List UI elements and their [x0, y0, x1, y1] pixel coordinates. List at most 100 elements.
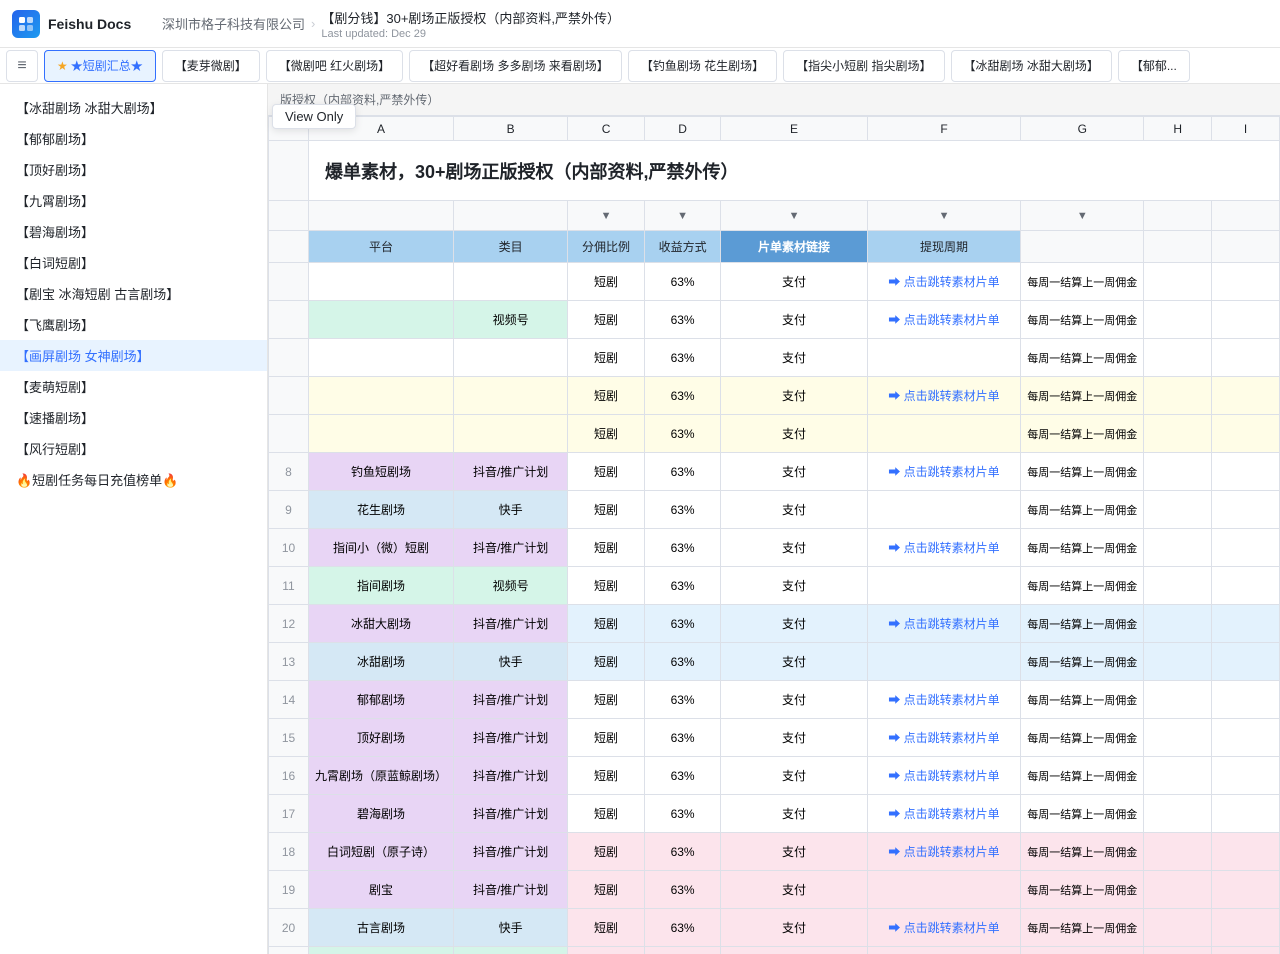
cell-link[interactable]: ➡ 点击跳转素材片单 [867, 263, 1021, 301]
cell-link[interactable]: ➡ 点击跳转素材片单 [867, 909, 1021, 947]
col-header-ratio: 分佣比例 [568, 231, 645, 263]
cell-income: 支付 [721, 605, 867, 643]
cell-link[interactable]: ➡ 点击跳转素材片单 [867, 453, 1021, 491]
tab-weiju[interactable]: 【微剧吧 红火剧场】 [266, 50, 403, 82]
cell-link[interactable]: ➡ 点击跳转素材片单 [867, 605, 1021, 643]
sidebar-item-bihai[interactable]: 【碧海剧场】 [0, 216, 267, 247]
sidebar-item-jiuxiao[interactable]: 【九霄剧场】 [0, 185, 267, 216]
column-header-row: 平台 类目 分佣比例 收益方式 片单素材链接 提现周期 [269, 231, 1280, 263]
filter-cell-f: ▼ [867, 201, 1021, 231]
cell-h [1144, 415, 1212, 453]
tab-chaohao[interactable]: 【超好看剧场 多多剧场 来看剧场】 [409, 50, 622, 82]
col-header-g [1021, 231, 1144, 263]
sidebar-item-baici[interactable]: 【白词短剧】 [0, 247, 267, 278]
cell-platform-type: 抖音/推广计划 [454, 871, 568, 909]
main-layout: 【冰甜剧场 冰甜大剧场】 【郁郁剧场】 【顶好剧场】 【九霄剧场】 【碧海剧场】… [0, 84, 1280, 954]
cell-income: 支付 [721, 643, 867, 681]
sidebar-item-dinghao[interactable]: 【顶好剧场】 [0, 154, 267, 185]
cell-category: 短剧 [568, 339, 645, 377]
row-number [269, 377, 309, 415]
cell-link[interactable]: ➡ 点击跳转素材片单 [867, 833, 1021, 871]
row-number [269, 301, 309, 339]
cell-h [1144, 301, 1212, 339]
cell-i [1212, 681, 1280, 719]
cell-link [867, 339, 1021, 377]
tab-yuyu[interactable]: 【郁郁... [1118, 50, 1190, 82]
cell-i [1212, 415, 1280, 453]
cell-i [1212, 263, 1280, 301]
cell-platform-type [454, 339, 568, 377]
cell-platform: 花生剧场 [309, 491, 454, 529]
cell-platform: 钓鱼短剧场 [309, 453, 454, 491]
cell-platform: 古言剧场 [309, 909, 454, 947]
cell-income: 支付 [721, 833, 867, 871]
cell-link[interactable]: ➡ 点击跳转素材片单 [867, 377, 1021, 415]
sidebar-item-subo[interactable]: 【速播剧场】 [0, 402, 267, 433]
sidebar-item-yuyu[interactable]: 【郁郁剧场】 [0, 123, 267, 154]
sidebar-item-huaping[interactable]: 【画屏剧场 女神剧场】 [0, 340, 267, 371]
table-row: 8钓鱼短剧场抖音/推广计划短剧63%支付➡ 点击跳转素材片单每周一结算上一周佣金 [269, 453, 1280, 491]
cell-category: 短剧 [568, 909, 645, 947]
table-row: 10指间小（微）短剧抖音/推广计划短剧63%支付➡ 点击跳转素材片单每周一结算上… [269, 529, 1280, 567]
cell-category: 短剧 [568, 681, 645, 719]
sidebar-item-maimeng[interactable]: 【麦萌短剧】 [0, 371, 267, 402]
cell-period: 每周一结算上一周佣金 [1021, 605, 1144, 643]
sidebar-item-feiying[interactable]: 【飞鹰剧场】 [0, 309, 267, 340]
cell-ratio: 63% [644, 947, 721, 954]
cell-ratio: 63% [644, 339, 721, 377]
cell-h [1144, 567, 1212, 605]
cell-link[interactable]: ➡ 点击跳转素材片单 [867, 795, 1021, 833]
tab-maiya[interactable]: 【麦芽微剧】 [162, 50, 260, 82]
cell-ratio: 63% [644, 529, 721, 567]
cell-ratio: 63% [644, 377, 721, 415]
tab-zhijian[interactable]: 【指尖小短剧 指尖剧场】 [783, 50, 944, 82]
sidebar-item-tasks[interactable]: 🔥短剧任务每日充值榜单🔥 [0, 464, 267, 495]
cell-link[interactable]: ➡ 点击跳转素材片单 [867, 529, 1021, 567]
cell-link[interactable]: ➡ 点击跳转素材片单 [867, 301, 1021, 339]
sidebar-item-fengxing[interactable]: 【风行短剧】 [0, 433, 267, 464]
tab-diaoyu[interactable]: 【钓鱼剧场 花生剧场】 [628, 50, 777, 82]
table-row: 14郁郁剧场抖音/推广计划短剧63%支付➡ 点击跳转素材片单每周一结算上一周佣金 [269, 681, 1280, 719]
row-number: 16 [269, 757, 309, 795]
row-num-title [269, 141, 309, 201]
cell-platform [309, 415, 454, 453]
cell-period: 每周一结算上一周佣金 [1021, 681, 1144, 719]
col-header-period: 提现周期 [867, 231, 1021, 263]
cell-platform-type: 抖音/推广计划 [454, 757, 568, 795]
cell-category: 短剧 [568, 871, 645, 909]
cell-period: 每周一结算上一周佣金 [1021, 719, 1144, 757]
filter-cell-g: ▼ [1021, 201, 1144, 231]
tab-bar: ≡ ★★短剧汇总★ 【麦芽微剧】 【微剧吧 红火剧场】 【超好看剧场 多多剧场 … [0, 48, 1280, 84]
cell-income: 支付 [721, 719, 867, 757]
sidebar-item-bingtian[interactable]: 【冰甜剧场 冰甜大剧场】 [0, 92, 267, 123]
tab-bingtian[interactable]: 【冰甜剧场 冰甜大剧场】 [951, 50, 1112, 82]
row-num-header [269, 231, 309, 263]
cell-platform: 顶好剧场 [309, 719, 454, 757]
tab-summary[interactable]: ★★短剧汇总★ [44, 50, 156, 82]
cell-i [1212, 719, 1280, 757]
cell-period: 每周一结算上一周佣金 [1021, 833, 1144, 871]
breadcrumb-doc-title: 【剧分钱】30+剧场正版授权（内部资料,严禁外传） [321, 8, 620, 27]
col-letter-row: A B C D E F G H I [269, 117, 1280, 141]
cell-ratio: 63% [644, 605, 721, 643]
cell-platform: 冰甜剧场 [309, 643, 454, 681]
row-number: 14 [269, 681, 309, 719]
col-h-letter: H [1144, 117, 1212, 141]
cell-income: 支付 [721, 795, 867, 833]
cell-platform-type: 快手 [454, 909, 568, 947]
cell-link[interactable]: ➡ 点击跳转素材片单 [867, 681, 1021, 719]
cell-link[interactable]: ➡ 点击跳转素材片单 [867, 757, 1021, 795]
row-number: 12 [269, 605, 309, 643]
sidebar-item-jubao[interactable]: 【剧宝 冰海短剧 古言剧场】 [0, 278, 267, 309]
cell-link[interactable]: ➡ 点击跳转素材片单 [867, 719, 1021, 757]
table-row: 16九霄剧场（原蓝鲸剧场）抖音/推广计划短剧63%支付➡ 点击跳转素材片单每周一… [269, 757, 1280, 795]
cell-ratio: 63% [644, 301, 721, 339]
col-header-link: 片单素材链接 [721, 231, 867, 263]
spreadsheet[interactable]: A B C D E F G H I [268, 116, 1280, 954]
cell-platform [309, 339, 454, 377]
row-number: 20 [269, 909, 309, 947]
cell-h [1144, 339, 1212, 377]
breadcrumb-company[interactable]: 深圳市格子科技有限公司 [162, 14, 305, 33]
tab-layers-button[interactable]: ≡ [6, 50, 38, 82]
app-name: Feishu Docs [48, 16, 131, 32]
